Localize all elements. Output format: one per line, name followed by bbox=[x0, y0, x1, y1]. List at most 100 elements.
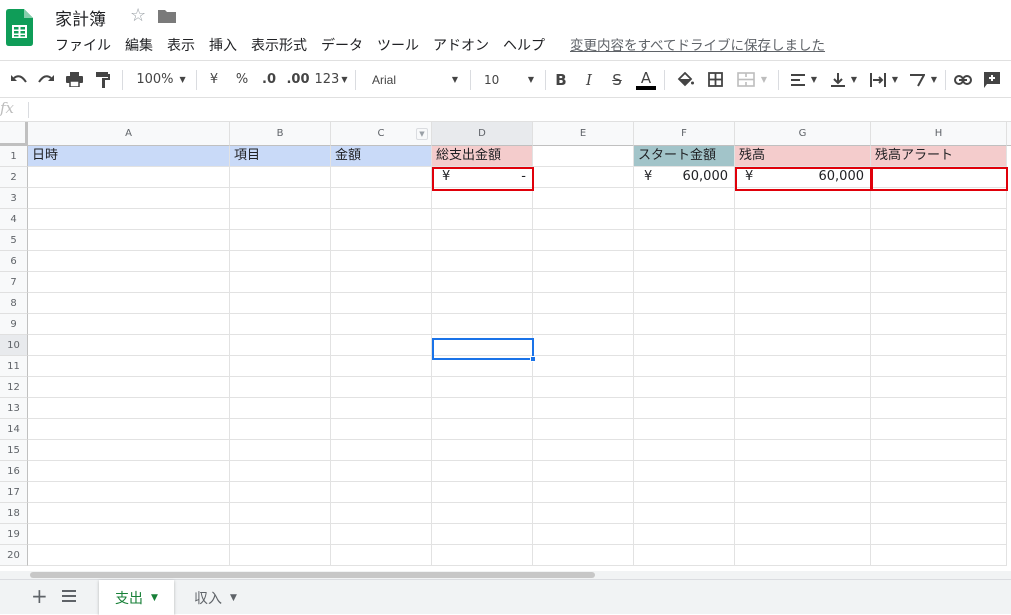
cell-g12[interactable] bbox=[735, 377, 871, 398]
cell-d9[interactable] bbox=[432, 314, 533, 335]
cell-c13[interactable] bbox=[331, 398, 432, 419]
cell-c7[interactable] bbox=[331, 272, 432, 293]
spreadsheet-grid[interactable]: A B C ▼ D E F G H 1 2 3 4 5 6 7 8 9 10 11 12 13 14 15 1… bbox=[0, 122, 1011, 571]
cell-e19[interactable] bbox=[533, 524, 634, 545]
cell-a15[interactable] bbox=[28, 440, 230, 461]
column-header-h[interactable]: H bbox=[871, 122, 1007, 146]
cell-f16[interactable] bbox=[634, 461, 735, 482]
sheet-tab-income[interactable]: 収入 ▼ bbox=[178, 580, 253, 615]
cell-d13[interactable] bbox=[432, 398, 533, 419]
row-header-7[interactable]: 7 bbox=[0, 272, 28, 293]
cell-h8[interactable] bbox=[871, 293, 1007, 314]
save-status-link[interactable]: 変更内容をすべてドライブに保存しました bbox=[570, 34, 825, 54]
cell-c9[interactable] bbox=[331, 314, 432, 335]
cell-a8[interactable] bbox=[28, 293, 230, 314]
caret-down-icon[interactable]: ▼ bbox=[230, 593, 237, 603]
cell-d8[interactable] bbox=[432, 293, 533, 314]
cell-f13[interactable] bbox=[634, 398, 735, 419]
menu-file[interactable]: ファイル bbox=[55, 35, 111, 55]
cell-c20[interactable] bbox=[331, 545, 432, 566]
menu-tools[interactable]: ツール bbox=[377, 35, 419, 55]
cell-c5[interactable] bbox=[331, 230, 432, 251]
cell-c15[interactable] bbox=[331, 440, 432, 461]
row-header-3[interactable]: 3 bbox=[0, 188, 28, 209]
cell-e7[interactable] bbox=[533, 272, 634, 293]
cell-g1[interactable]: 残高 bbox=[735, 146, 871, 167]
cell-h12[interactable] bbox=[871, 377, 1007, 398]
cell-e1[interactable] bbox=[533, 146, 634, 167]
insert-comment-icon[interactable] bbox=[980, 61, 1004, 98]
column-header-d[interactable]: D bbox=[432, 122, 533, 146]
cell-f2[interactable]: ¥60,000 bbox=[634, 167, 735, 188]
cell-d16[interactable] bbox=[432, 461, 533, 482]
cell-d6[interactable] bbox=[432, 251, 533, 272]
caret-down-icon[interactable]: ▼ bbox=[151, 593, 158, 603]
cell-b1[interactable]: 項目 bbox=[230, 146, 331, 167]
cell-a9[interactable] bbox=[28, 314, 230, 335]
cell-h7[interactable] bbox=[871, 272, 1007, 293]
cell-a14[interactable] bbox=[28, 419, 230, 440]
cell-d3[interactable] bbox=[432, 188, 533, 209]
cell-d17[interactable] bbox=[432, 482, 533, 503]
cell-c19[interactable] bbox=[331, 524, 432, 545]
row-header-6[interactable]: 6 bbox=[0, 251, 28, 272]
column-header-f[interactable]: F bbox=[634, 122, 735, 146]
cell-g3[interactable] bbox=[735, 188, 871, 209]
cell-d12[interactable] bbox=[432, 377, 533, 398]
cell-f12[interactable] bbox=[634, 377, 735, 398]
cell-e18[interactable] bbox=[533, 503, 634, 524]
cell-e13[interactable] bbox=[533, 398, 634, 419]
cell-e16[interactable] bbox=[533, 461, 634, 482]
cell-f11[interactable] bbox=[634, 356, 735, 377]
cell-h6[interactable] bbox=[871, 251, 1007, 272]
row-header-12[interactable]: 12 bbox=[0, 377, 28, 398]
cell-f7[interactable] bbox=[634, 272, 735, 293]
filter-dropdown-icon[interactable]: ▼ bbox=[416, 128, 428, 140]
cell-e4[interactable] bbox=[533, 209, 634, 230]
cell-g2[interactable]: ¥60,000 bbox=[735, 167, 871, 188]
cell-e11[interactable] bbox=[533, 356, 634, 377]
merge-cells-icon[interactable]: ▼ bbox=[732, 61, 772, 98]
cell-c11[interactable] bbox=[331, 356, 432, 377]
cell-g18[interactable] bbox=[735, 503, 871, 524]
cell-a10[interactable] bbox=[28, 335, 230, 356]
cell-f17[interactable] bbox=[634, 482, 735, 503]
cell-h5[interactable] bbox=[871, 230, 1007, 251]
cell-h16[interactable] bbox=[871, 461, 1007, 482]
row-header-14[interactable]: 14 bbox=[0, 419, 28, 440]
cell-f15[interactable] bbox=[634, 440, 735, 461]
cell-c6[interactable] bbox=[331, 251, 432, 272]
cell-g11[interactable] bbox=[735, 356, 871, 377]
cell-b4[interactable] bbox=[230, 209, 331, 230]
cell-e6[interactable] bbox=[533, 251, 634, 272]
cell-h18[interactable] bbox=[871, 503, 1007, 524]
cell-c3[interactable] bbox=[331, 188, 432, 209]
horizontal-align-icon[interactable]: ▼ bbox=[786, 61, 822, 98]
menu-data[interactable]: データ bbox=[321, 35, 363, 55]
horizontal-scrollbar[interactable] bbox=[0, 571, 1011, 579]
cell-f9[interactable] bbox=[634, 314, 735, 335]
cell-a11[interactable] bbox=[28, 356, 230, 377]
cell-d19[interactable] bbox=[432, 524, 533, 545]
add-sheet-icon[interactable]: + bbox=[31, 584, 48, 608]
cell-e3[interactable] bbox=[533, 188, 634, 209]
cell-c12[interactable] bbox=[331, 377, 432, 398]
row-header-17[interactable]: 17 bbox=[0, 482, 28, 503]
currency-format-button[interactable]: ¥ bbox=[203, 61, 225, 98]
cell-e15[interactable] bbox=[533, 440, 634, 461]
sheet-tab-expenses[interactable]: 支出 ▼ bbox=[99, 580, 174, 615]
cell-b16[interactable] bbox=[230, 461, 331, 482]
column-header-e[interactable]: E bbox=[533, 122, 634, 146]
cell-g13[interactable] bbox=[735, 398, 871, 419]
more-formats-button[interactable]: 123 ▼ bbox=[313, 61, 349, 98]
strikethrough-button[interactable]: S bbox=[606, 61, 628, 98]
cell-h10[interactable] bbox=[871, 335, 1007, 356]
zoom-select[interactable]: 100% ▼ bbox=[131, 61, 191, 98]
cell-b5[interactable] bbox=[230, 230, 331, 251]
row-header-19[interactable]: 19 bbox=[0, 524, 28, 545]
row-header-18[interactable]: 18 bbox=[0, 503, 28, 524]
cell-b10[interactable] bbox=[230, 335, 331, 356]
insert-link-icon[interactable] bbox=[951, 61, 975, 98]
row-header-8[interactable]: 8 bbox=[0, 293, 28, 314]
row-header-9[interactable]: 9 bbox=[0, 314, 28, 335]
